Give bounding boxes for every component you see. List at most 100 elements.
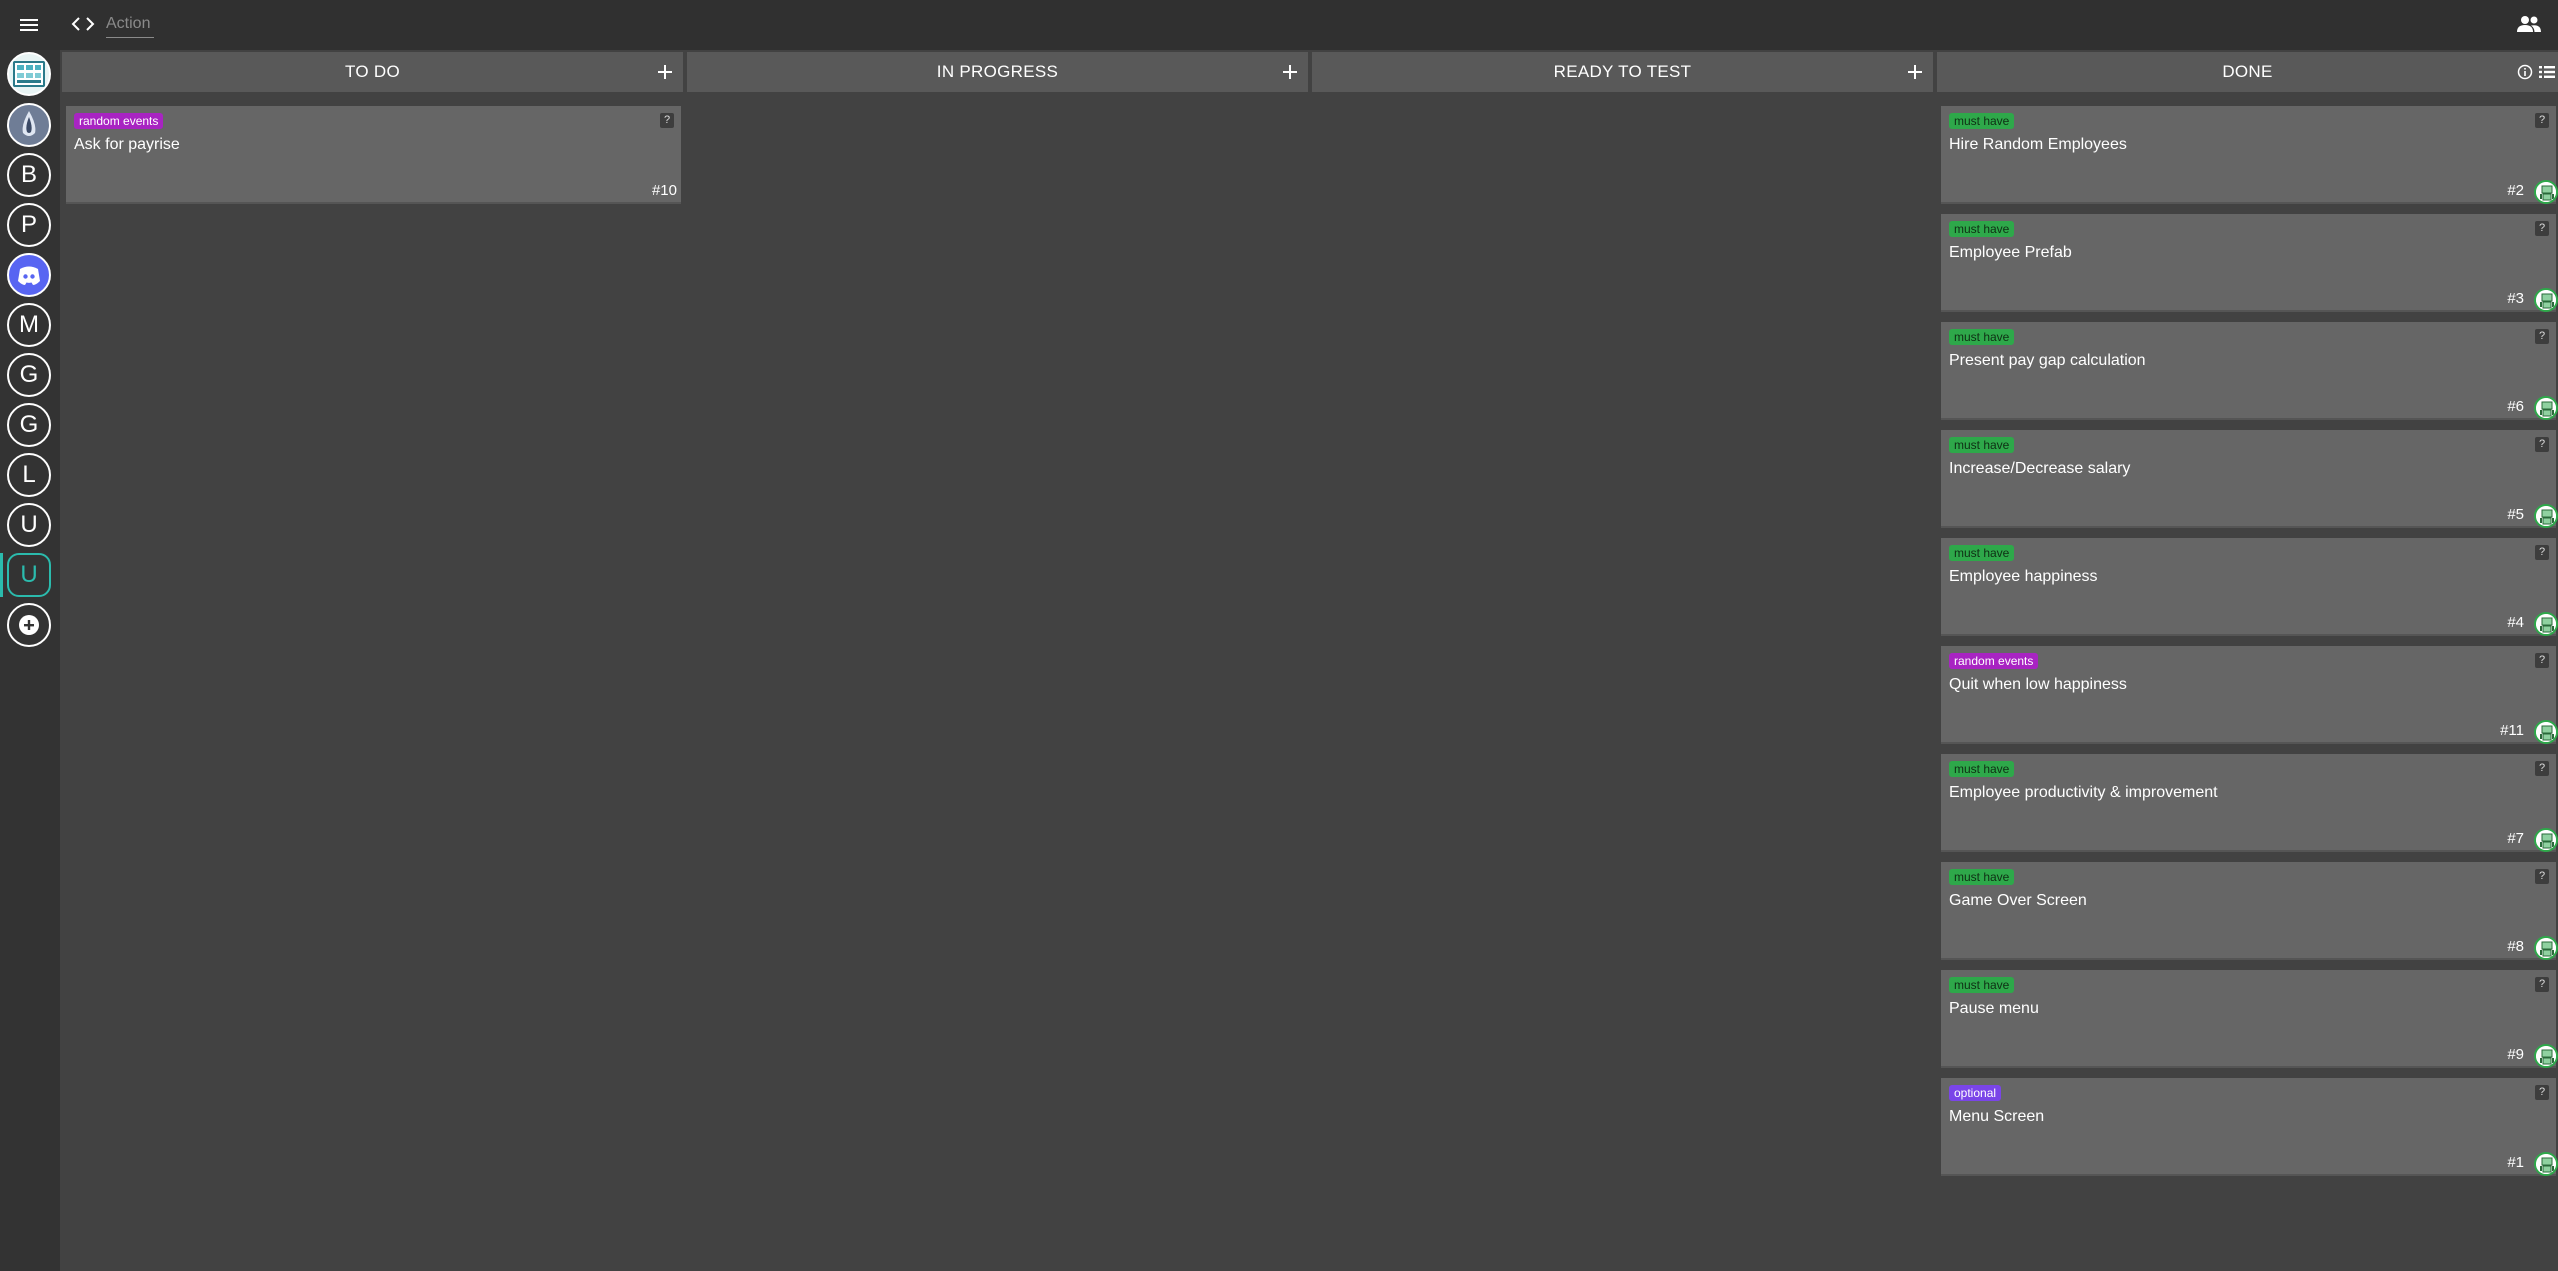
- card-help-button[interactable]: ?: [2535, 977, 2549, 992]
- assignee-avatar[interactable]: [2534, 504, 2558, 528]
- card-number: #5: [2507, 506, 2524, 523]
- card-label-tag: must have: [1949, 977, 2015, 993]
- list-icon: [2539, 66, 2555, 78]
- column-header-in-progress: IN PROGRESS: [687, 52, 1308, 92]
- sidebar: BPMGGLUU: [0, 50, 60, 1271]
- task-card[interactable]: must have? Increase/Decrease salary #5: [1941, 430, 2558, 528]
- task-card[interactable]: optional? Menu Screen #1: [1941, 1078, 2558, 1176]
- card-number: #6: [2507, 398, 2524, 415]
- people-icon[interactable]: [2516, 13, 2542, 35]
- assignee-avatar[interactable]: [2534, 936, 2558, 960]
- card-number: #4: [2507, 614, 2524, 631]
- card-help-button[interactable]: ?: [2535, 545, 2549, 560]
- column-title: IN PROGRESS: [936, 62, 1059, 81]
- card-label-tag: must have: [1949, 113, 2015, 129]
- assignee-avatar[interactable]: [2534, 288, 2558, 312]
- add-circle-icon: [19, 615, 39, 635]
- sidebar-item-label: B: [20, 161, 37, 188]
- card-number: #9: [2507, 1046, 2524, 1063]
- card-number: #11: [2500, 722, 2524, 739]
- card-number: #3: [2507, 290, 2524, 307]
- sidebar-item-u[interactable]: U: [7, 503, 51, 547]
- card-number: #10: [651, 182, 677, 199]
- plus-icon: [1908, 65, 1922, 79]
- card-title: Present pay gap calculation: [1949, 352, 2146, 369]
- sidebar-item-label: P: [20, 211, 37, 238]
- plus-icon: [658, 65, 672, 79]
- card-help-button[interactable]: ?: [660, 113, 674, 128]
- card-label-tag: must have: [1949, 221, 2015, 237]
- card-number: #2: [2507, 182, 2524, 199]
- assignee-avatar[interactable]: [2534, 828, 2558, 852]
- assignee-avatar[interactable]: [2534, 396, 2558, 420]
- card-title: Employee productivity & improvement: [1949, 784, 2218, 801]
- column-header-ready-to-test: READY TO TEST: [1312, 52, 1933, 92]
- assignee-avatar[interactable]: [2534, 1152, 2558, 1176]
- column-header-done: DONE: [1937, 52, 2558, 92]
- sidebar-item-label: U: [20, 511, 38, 538]
- task-card[interactable]: must have? Employee productivity & improv…: [1941, 754, 2558, 852]
- code-brackets-icon[interactable]: [70, 12, 96, 36]
- sidebar-item-l[interactable]: L: [7, 453, 51, 497]
- card-label-tag: must have: [1949, 761, 2015, 777]
- card-help-button[interactable]: ?: [2535, 1085, 2549, 1100]
- card-title: Increase/Decrease salary: [1949, 460, 2131, 477]
- sidebar-item-m[interactable]: M: [7, 303, 51, 347]
- task-card[interactable]: must have? Hire Random Employees #2: [1941, 106, 2558, 204]
- add-card-button[interactable]: [1903, 60, 1927, 84]
- card-title: Hire Random Employees: [1949, 136, 2127, 153]
- card-help-button[interactable]: ?: [2535, 221, 2549, 236]
- assignee-avatar[interactable]: [2534, 1044, 2558, 1068]
- column-title: READY TO TEST: [1553, 62, 1692, 81]
- add-server-button[interactable]: [7, 603, 51, 647]
- sidebar-item-g[interactable]: G: [7, 353, 51, 397]
- card-label-tag: must have: [1949, 869, 2015, 885]
- sidebar-item-p[interactable]: P: [7, 203, 51, 247]
- app-logo-icon[interactable]: [7, 52, 51, 96]
- add-card-button[interactable]: [1278, 60, 1302, 84]
- card-help-button[interactable]: ?: [2535, 329, 2549, 344]
- sidebar-item-label: M: [19, 311, 39, 338]
- action-input[interactable]: [106, 11, 154, 38]
- card-help-button[interactable]: ?: [2535, 761, 2549, 776]
- sidebar-item-label: L: [22, 461, 36, 488]
- task-card[interactable]: must have? Employee Prefab #3: [1941, 214, 2558, 312]
- droplet-logo-icon[interactable]: [7, 103, 51, 147]
- column-title: DONE: [2222, 62, 2273, 81]
- card-help-button[interactable]: ?: [2535, 653, 2549, 668]
- task-card[interactable]: must have? Employee happiness #4: [1941, 538, 2558, 636]
- sidebar-item-b[interactable]: B: [7, 153, 51, 197]
- assignee-avatar[interactable]: [2534, 612, 2558, 636]
- task-card[interactable]: must have? Game Over Screen #8: [1941, 862, 2558, 960]
- sidebar-item-u[interactable]: U: [7, 553, 51, 597]
- column-list-button[interactable]: [2538, 60, 2556, 84]
- info-icon: [2517, 64, 2533, 80]
- sidebar-item-label: G: [19, 411, 39, 438]
- card-title: Pause menu: [1949, 1000, 2039, 1017]
- card-label-tag: optional: [1949, 1085, 2002, 1101]
- card-number: #8: [2507, 938, 2524, 955]
- card-label-tag: must have: [1949, 545, 2015, 561]
- sidebar-item-g[interactable]: G: [7, 403, 51, 447]
- card-help-button[interactable]: ?: [2535, 113, 2549, 128]
- column-info-button[interactable]: [2516, 60, 2534, 84]
- task-card[interactable]: must have? Present pay gap calculation #6: [1941, 322, 2558, 420]
- card-title: Ask for payrise: [74, 136, 180, 153]
- card-number: #1: [2507, 1154, 2524, 1171]
- task-card[interactable]: must have? Pause menu #9: [1941, 970, 2558, 1068]
- column-title: TO DO: [344, 62, 401, 81]
- task-card[interactable]: random events? Quit when low happiness #11: [1941, 646, 2558, 744]
- top-bar: [0, 0, 2558, 50]
- assignee-avatar[interactable]: [2534, 720, 2558, 744]
- card-label-tag: random events: [74, 113, 164, 129]
- card-help-button[interactable]: ?: [2535, 437, 2549, 452]
- discord-icon[interactable]: [7, 253, 51, 297]
- assignee-avatar[interactable]: [2534, 180, 2558, 204]
- hamburger-menu-icon[interactable]: [16, 14, 42, 36]
- column-header-to-do: TO DO: [62, 52, 683, 92]
- sidebar-item-label: G: [19, 361, 39, 388]
- add-card-button[interactable]: [653, 60, 677, 84]
- card-help-button[interactable]: ?: [2535, 869, 2549, 884]
- task-card[interactable]: random events? Ask for payrise #10: [66, 106, 681, 204]
- card-label-tag: must have: [1949, 329, 2015, 345]
